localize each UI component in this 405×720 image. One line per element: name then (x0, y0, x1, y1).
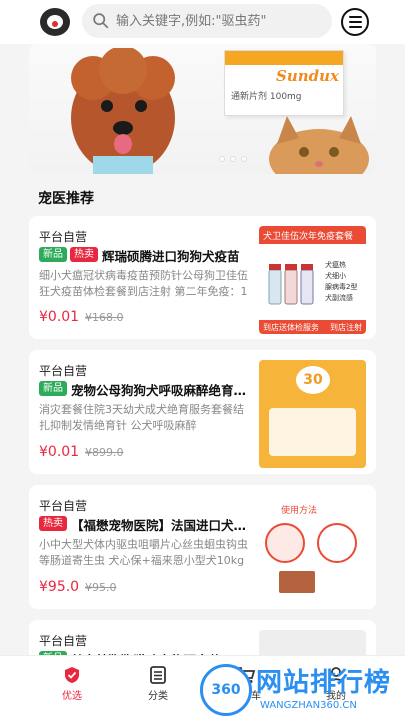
carousel-dot[interactable] (219, 156, 225, 162)
tag-group: 热卖 (39, 516, 67, 531)
product-title: 辉瑞硕腾进口狗狗犬疫苗 (102, 249, 240, 264)
product-image[interactable]: 使用方法 (259, 495, 366, 603)
thumb-list-item: 犬副流感 (325, 294, 353, 302)
store-label: 平台自营 (39, 499, 88, 513)
tab-label: 分类 (148, 691, 168, 702)
tab-category[interactable]: 分类 (128, 666, 188, 702)
thumb-list: 犬瘟热 犬细小 腺病毒2型 犬副流感 (325, 260, 357, 304)
top-bar (0, 0, 405, 44)
thumb-footer-right: 到店注射 (330, 323, 362, 332)
thumb-circle (317, 523, 357, 563)
thumb-list-item: 犬细小 (325, 272, 346, 280)
menu-line (348, 26, 362, 28)
thumb-illustration (269, 408, 356, 456)
logo-dot (52, 21, 58, 27)
product-desc: 消灾套餐住院3天幼犬成犬绝育服务套餐结扎抑制发情绝育针 公犬呼吸麻醉 (39, 403, 244, 432)
store-label: 平台自营 (39, 364, 88, 378)
product-price: ¥95.0 (39, 579, 80, 595)
original-price: ¥899.0 (85, 446, 124, 459)
original-price: ¥95.0 (85, 581, 117, 594)
thumb-footer: 到店送体检服务 到店注射 (259, 320, 366, 334)
medicine-box: Sundux 通新片剂 100mg (224, 50, 344, 116)
vials-image (268, 264, 314, 305)
thumb-chew (279, 571, 315, 593)
watermark-logo: 360 (200, 664, 252, 716)
app-logo[interactable] (40, 8, 70, 36)
store-label: 平台自营 (39, 230, 88, 244)
section-title: 宠医推荐 (38, 191, 94, 207)
app-screen: Sundux 通新片剂 100mg 宠医推荐 平台自营 新品 热卖 辉瑞硕腾进口… (0, 0, 405, 720)
original-price: ¥168.0 (85, 311, 124, 324)
shield-check-icon (65, 667, 79, 683)
new-tag: 新品 (39, 247, 67, 262)
tab-preferred[interactable]: 优选 (42, 666, 102, 702)
search-bar[interactable] (82, 4, 332, 38)
poodle-image (71, 48, 175, 174)
watermark-text: 网站排行榜 (256, 668, 392, 698)
tab-label: 优选 (62, 691, 82, 702)
watermark: 360 网站排行榜 WANGZHAN360.CN (200, 660, 405, 720)
product-title: 宠物公母狗狗犬呼吸麻醉绝育手术 (71, 383, 253, 398)
product-desc: 小中大型犬体内驱虫咀嚼片心丝虫蛔虫钩虫等肠道寄生虫 犬心保+福来恩小型犬10kg (39, 538, 248, 567)
store-label: 平台自营 (39, 634, 88, 648)
product-image[interactable]: 30 (259, 360, 366, 468)
product-card[interactable]: 平台自营 新品 宠物公母狗狗犬呼吸麻醉绝育手术 消灾套餐住院3天幼犬成犬绝育服务… (29, 350, 376, 474)
promo-banner[interactable]: Sundux 通新片剂 100mg (29, 44, 376, 174)
product-title: 【福懋宠物医院】法国进口犬心保驱虫药 (71, 518, 251, 533)
carousel-dots (219, 156, 247, 162)
thumb-list-item: 腺病毒2型 (325, 283, 358, 291)
cat-image (269, 116, 369, 174)
tag-group: 新品 热卖 (39, 247, 98, 262)
hot-tag: 热卖 (70, 247, 98, 262)
thumb-footer-left: 到店送体检服务 (263, 323, 319, 332)
menu-icon[interactable] (341, 8, 369, 36)
search-icon (93, 13, 109, 29)
thumb-header: 犬卫佳伍次年免疫套餐 (259, 226, 366, 244)
thumb-circle (265, 523, 305, 563)
list-icon (150, 666, 166, 684)
menu-line (348, 16, 362, 18)
product-desc: 细小犬瘟冠状病毒疫苗预防针公母狗卫佳伍狂犬疫苗体检套餐到店注射 第二年免疫：1针… (39, 269, 248, 298)
thumb-list-item: 犬瘟热 (325, 261, 346, 269)
product-card[interactable]: 平台自营 热卖 【福懋宠物医院】法国进口犬心保驱虫药 小中大型犬体内驱虫咀嚼片心… (29, 485, 376, 609)
thumb-number: 30 (296, 366, 330, 394)
product-image[interactable]: 犬卫佳伍次年免疫套餐 犬瘟热 犬细小 腺病毒2型 犬副流感 到店送体检服务 到店… (259, 226, 366, 334)
thumb-header: 使用方法 (281, 506, 318, 516)
tag-group: 新品 (39, 381, 67, 396)
product-price: ¥0.01 (39, 444, 80, 460)
watermark-url: WANGZHAN360.CN (260, 700, 357, 711)
carousel-dot[interactable] (241, 156, 247, 162)
carousel-dot[interactable] (230, 156, 236, 162)
box-subtitle: 通新片剂 100mg (231, 92, 302, 102)
new-tag: 新品 (39, 381, 67, 396)
hot-tag: 热卖 (39, 516, 67, 531)
box-stripe (225, 51, 343, 65)
box-brand: Sundux (276, 67, 339, 85)
product-price: ¥0.01 (39, 309, 80, 325)
menu-line (348, 21, 362, 23)
search-input[interactable] (116, 4, 326, 38)
product-card[interactable]: 平台自营 新品 热卖 辉瑞硕腾进口狗狗犬疫苗 细小犬瘟冠状病毒疫苗预防针公母狗卫… (29, 216, 376, 339)
